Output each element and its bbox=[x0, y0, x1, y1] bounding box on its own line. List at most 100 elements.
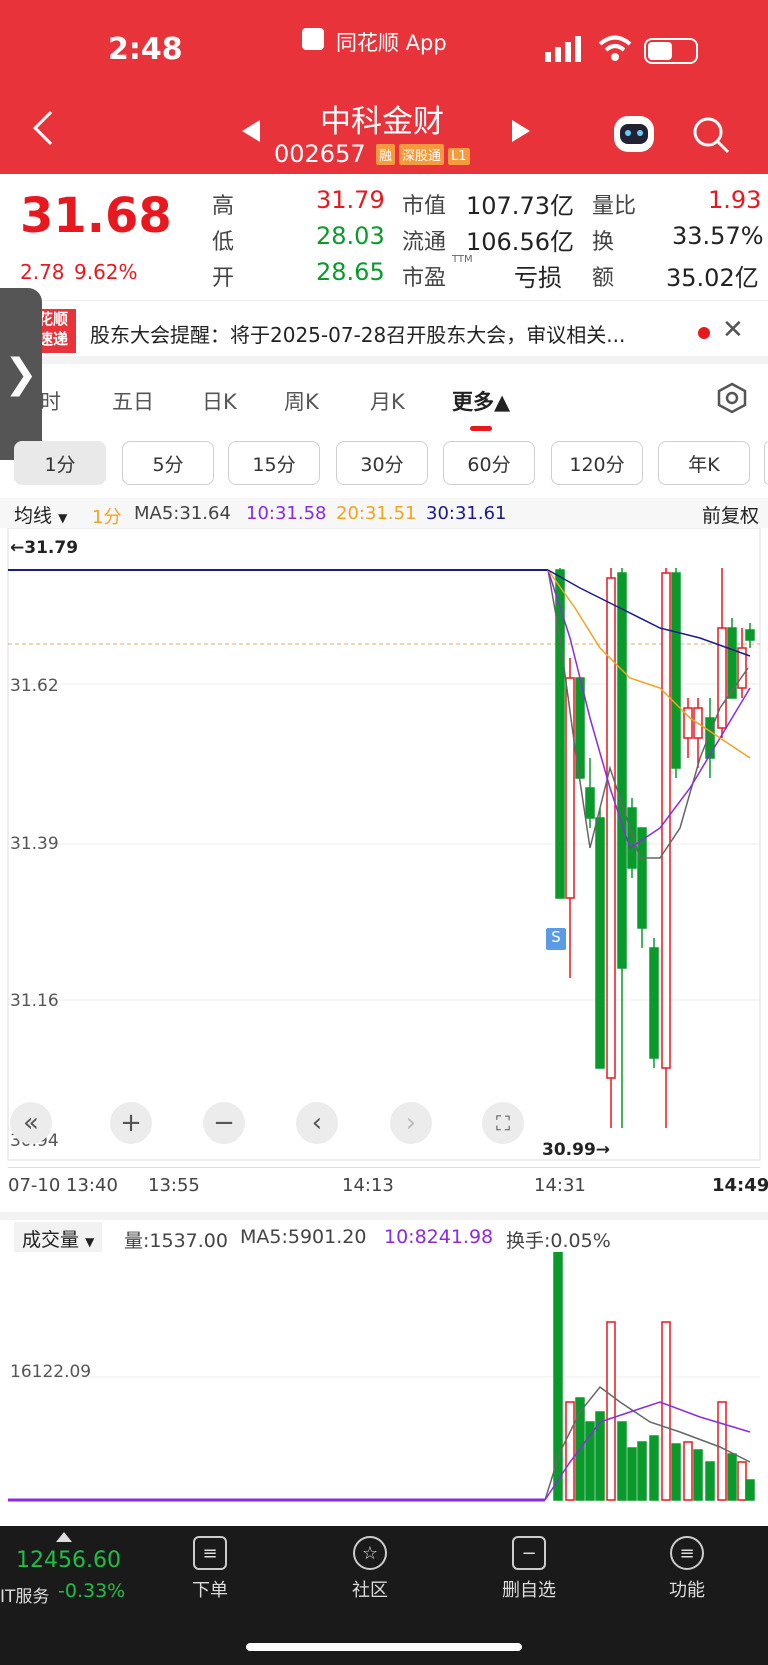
tag-connect: 深股通 bbox=[399, 144, 445, 165]
tag-margin: 融 bbox=[376, 144, 396, 165]
float-label: 流通 bbox=[402, 230, 447, 255]
volume-bar bbox=[565, 1401, 575, 1501]
volume-bar bbox=[693, 1449, 703, 1501]
low-label: 低 bbox=[212, 230, 235, 255]
sell-signal-badge[interactable]: S bbox=[546, 928, 566, 950]
price-change: 2.78 bbox=[20, 260, 65, 284]
indicator-mode-label: 均线 bbox=[14, 505, 53, 527]
volume-bar bbox=[637, 1441, 647, 1501]
search-icon[interactable] bbox=[692, 116, 730, 158]
y-label-2: 31.39 bbox=[10, 834, 59, 854]
nav-order[interactable]: ≡ 下单 bbox=[165, 1536, 255, 1602]
volume-bar bbox=[617, 1421, 627, 1501]
tag-level: L1 bbox=[448, 148, 470, 165]
current-price: 31.68 bbox=[20, 188, 172, 244]
scroll-right-icon[interactable]: › bbox=[390, 1102, 432, 1144]
index-change: -0.33% bbox=[58, 1580, 126, 1602]
nav-remove-watchlist[interactable]: − 删自选 bbox=[484, 1536, 574, 1602]
zoom-in-icon[interactable]: + bbox=[110, 1102, 152, 1144]
section-divider bbox=[0, 1212, 768, 1220]
robot-assistant-icon[interactable] bbox=[614, 116, 654, 152]
status-time: 2:48 bbox=[108, 32, 183, 67]
price-change-pct: 9.62% bbox=[74, 260, 138, 284]
document-icon: ≡ bbox=[193, 1536, 227, 1570]
home-indicator bbox=[246, 1643, 522, 1651]
x-label-2: 13:55 bbox=[148, 1175, 200, 1196]
side-drawer-handle[interactable]: ❯ bbox=[0, 288, 42, 460]
chart-high-label: ←31.79 bbox=[10, 538, 79, 558]
next-stock-icon[interactable] bbox=[512, 120, 530, 142]
amount-value: 35.02亿 bbox=[666, 264, 759, 292]
x-label-1: 07-10 13:40 bbox=[8, 1175, 118, 1196]
volume-ma10: 10:8241.98 bbox=[384, 1226, 494, 1248]
adjust-mode[interactable]: 前复权 bbox=[702, 501, 759, 528]
interval-1m[interactable]: 1分 bbox=[14, 441, 106, 485]
indicator-mode-select[interactable]: 均线 ▼ bbox=[14, 501, 67, 528]
notice-bar[interactable]: 花顺 速递 股东大会提醒：将于2025-07-28召开股东大会，审议相关... ✕ bbox=[0, 300, 768, 364]
nav-community-label: 社区 bbox=[352, 1580, 388, 1601]
pe-value: 亏损 bbox=[514, 264, 562, 292]
status-app-name: 同花顺 App bbox=[336, 31, 447, 55]
news-express-logo: 花顺 速递 bbox=[36, 309, 76, 353]
interval-15m[interactable]: 15分 bbox=[228, 441, 320, 485]
interval-yearly-k[interactable]: 年K bbox=[658, 441, 750, 485]
expand-up-icon[interactable] bbox=[56, 1532, 72, 1542]
x-label-4: 14:31 bbox=[534, 1175, 586, 1196]
tab-five-day[interactable]: 五日 bbox=[112, 386, 154, 416]
news-logo-bottom: 速递 bbox=[38, 330, 69, 348]
volume-chart[interactable] bbox=[0, 1252, 768, 1506]
menu-circle-icon: ≡ bbox=[670, 1536, 704, 1570]
stock-name: 中科金财 bbox=[320, 104, 444, 140]
volume-mode-label: 成交量 bbox=[22, 1229, 80, 1251]
scroll-left-icon[interactable]: ‹ bbox=[296, 1102, 338, 1144]
app-header: 2:48 同花顺 App 中科金财 002657 融深股通 L1 bbox=[0, 0, 768, 174]
minus-box-icon: − bbox=[512, 1536, 546, 1570]
ma10-value: 10:31.58 bbox=[246, 503, 327, 524]
volume-bar bbox=[627, 1447, 637, 1501]
tab-more[interactable]: 更多▲ bbox=[452, 386, 510, 416]
index-value[interactable]: 12456.60 bbox=[16, 1548, 121, 1573]
tab-daily-k[interactable]: 日K bbox=[202, 386, 237, 416]
tab-weekly-k[interactable]: 周K bbox=[284, 386, 319, 416]
ma-interval: 1分 bbox=[92, 507, 122, 528]
volume-bar bbox=[683, 1441, 693, 1501]
pe-ttm-sup: TTM bbox=[452, 254, 473, 265]
settings-hexagon-icon[interactable] bbox=[716, 382, 748, 418]
back-icon[interactable] bbox=[33, 111, 67, 145]
interval-30m[interactable]: 30分 bbox=[336, 441, 428, 485]
tab-monthly-k[interactable]: 月K bbox=[370, 386, 405, 416]
volume-bar bbox=[717, 1401, 727, 1501]
candle-body bbox=[745, 629, 755, 641]
close-icon[interactable]: ✕ bbox=[722, 315, 744, 345]
rewind-icon[interactable]: « bbox=[10, 1102, 52, 1144]
zoom-out-icon[interactable]: − bbox=[203, 1102, 245, 1144]
tab-active-indicator bbox=[470, 426, 492, 431]
nav-order-label: 下单 bbox=[192, 1580, 228, 1601]
interval-overflow[interactable] bbox=[764, 441, 768, 485]
candle-body bbox=[617, 572, 627, 969]
unread-dot bbox=[698, 327, 710, 339]
interval-120m[interactable]: 120分 bbox=[551, 441, 643, 485]
low-value: 28.03 bbox=[316, 222, 385, 250]
volume-bar bbox=[661, 1321, 671, 1501]
float-value: 106.56亿 bbox=[466, 228, 574, 256]
candle-body bbox=[585, 787, 595, 819]
price-chart[interactable] bbox=[0, 528, 768, 1168]
nav-community[interactable]: ☆ 社区 bbox=[325, 1536, 415, 1602]
volume-bar bbox=[727, 1453, 737, 1501]
news-logo-top: 花顺 bbox=[38, 310, 69, 328]
tab-intraday[interactable]: 时 bbox=[40, 386, 61, 416]
pe-label: 市盈 bbox=[402, 266, 447, 291]
interval-60m[interactable]: 60分 bbox=[443, 441, 535, 485]
turnover-label: 换 bbox=[592, 230, 615, 255]
interval-5m[interactable]: 5分 bbox=[122, 441, 214, 485]
prev-stock-icon[interactable] bbox=[242, 120, 260, 142]
volume-bar bbox=[671, 1443, 681, 1501]
volume-bar bbox=[606, 1321, 616, 1501]
volume-mode-select[interactable]: 成交量 ▼ bbox=[14, 1222, 103, 1252]
ma-bar: 均线 ▼ 1分 MA5:31.64 10:31.58 20:31.51 30:3… bbox=[0, 498, 768, 528]
x-label-5: 14:49 bbox=[712, 1175, 768, 1196]
nav-functions[interactable]: ≡ 功能 bbox=[642, 1536, 732, 1602]
volume-bar bbox=[553, 1252, 563, 1501]
fullscreen-icon[interactable]: ⛶ bbox=[482, 1102, 524, 1144]
